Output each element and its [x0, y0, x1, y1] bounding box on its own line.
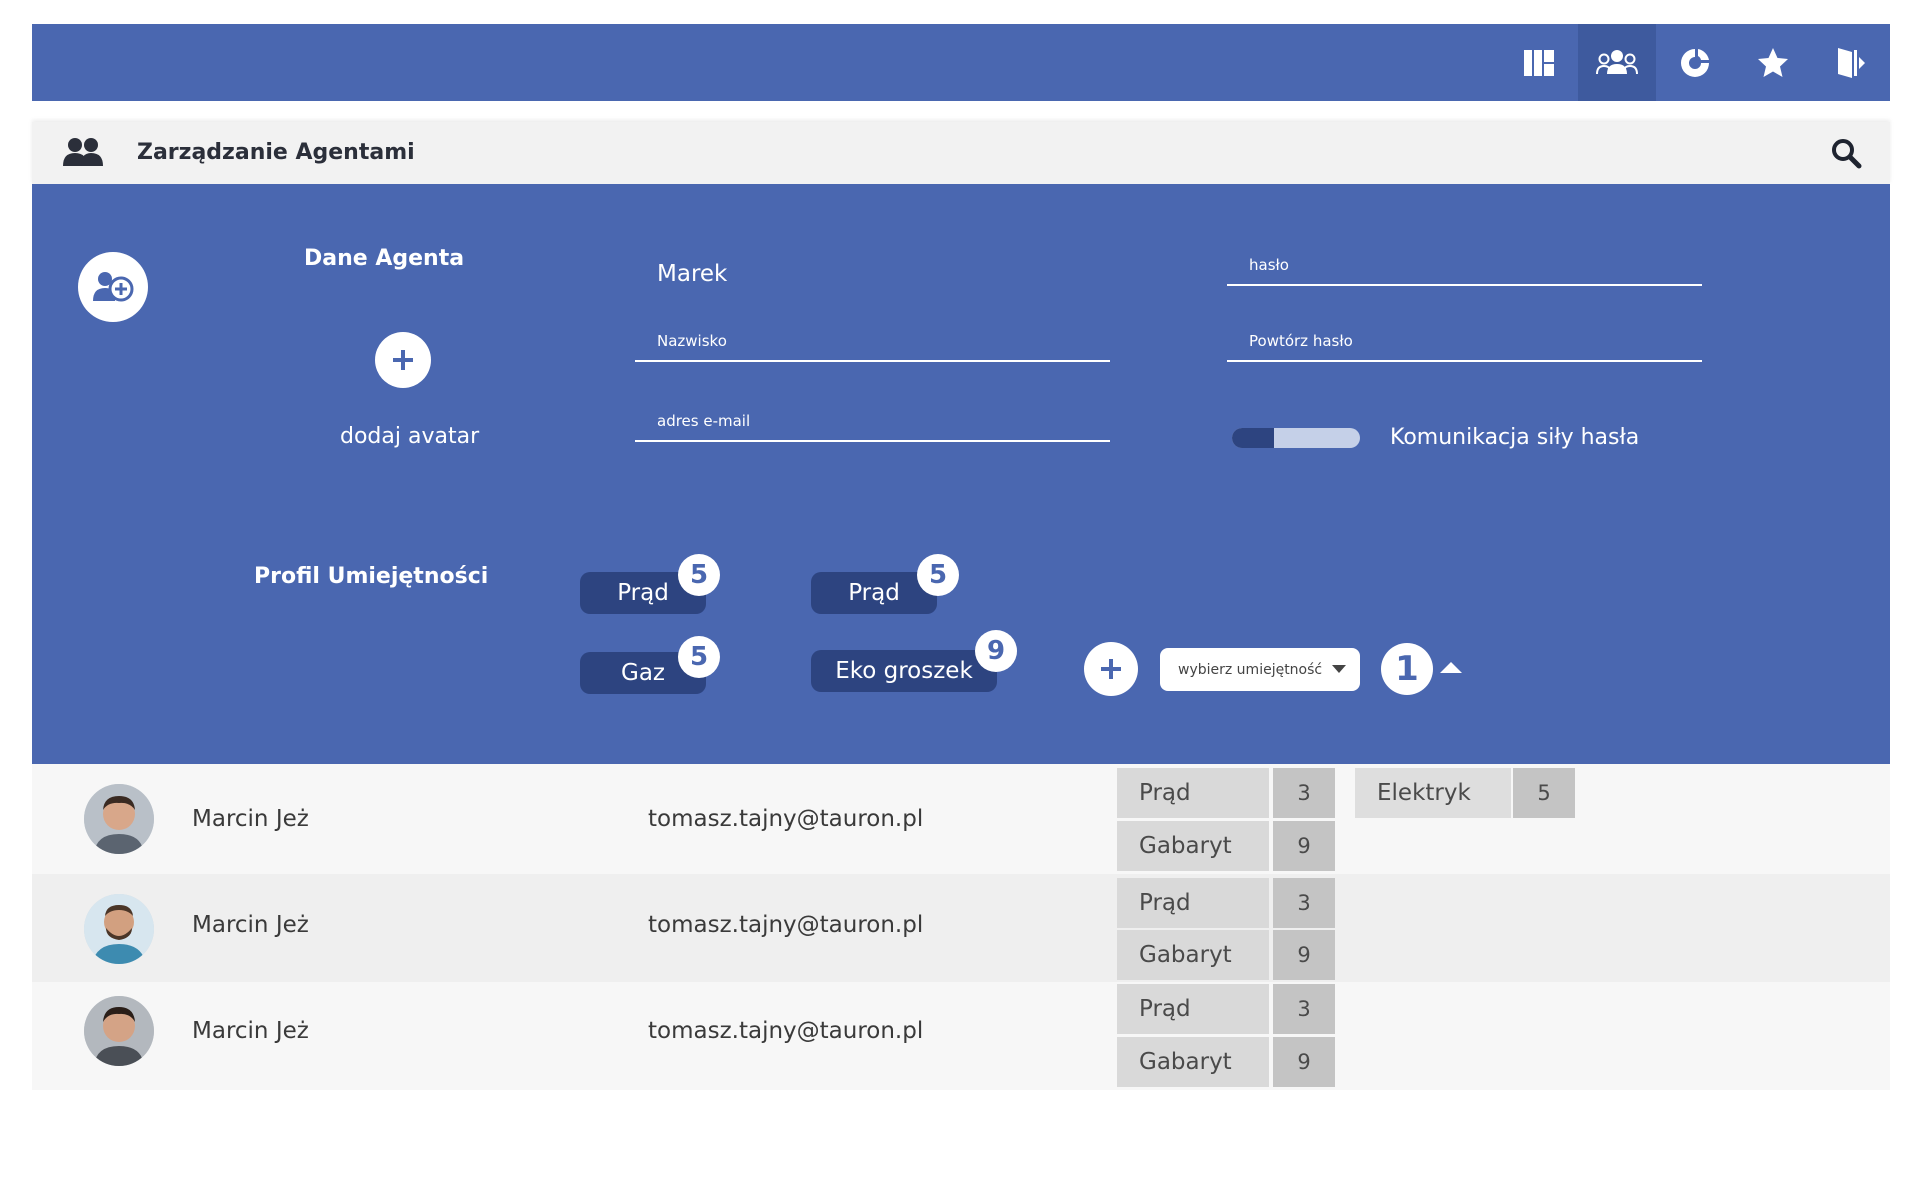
nav-favorites-button[interactable]	[1734, 24, 1812, 101]
password-strength-label: Komunikacja siły hasła	[1390, 425, 1640, 450]
password-input[interactable]	[1227, 246, 1702, 284]
agent-data-heading: Dane Agenta	[304, 246, 465, 271]
last-name-field[interactable]	[635, 322, 1110, 362]
skill-chip[interactable]: Eko groszek	[811, 650, 997, 692]
nav-icons	[1500, 24, 1890, 101]
skill-value-cell: 3	[1273, 768, 1335, 818]
avatar	[84, 784, 154, 854]
agent-email: tomasz.tajny@tauron.pl	[648, 912, 924, 938]
skill-level-badge: 5	[678, 554, 720, 596]
skill-label-cell: Gabaryt	[1117, 930, 1269, 980]
skill-value-cell: 3	[1273, 984, 1335, 1034]
table-row[interactable]: Marcin Jeż tomasz.tajny@tauron.pl Prąd 3…	[32, 982, 1890, 1090]
table-row[interactable]: Marcin Jeż tomasz.tajny@tauron.pl Prąd 3…	[32, 764, 1890, 874]
add-avatar-button[interactable]	[375, 332, 431, 388]
agent-email: tomasz.tajny@tauron.pl	[648, 1018, 924, 1044]
nav-agents-button[interactable]	[1578, 24, 1656, 101]
add-skill-button[interactable]	[1084, 642, 1138, 696]
logout-icon	[1838, 47, 1865, 78]
avatar	[84, 996, 154, 1066]
password-strength-fill	[1232, 428, 1275, 448]
skill-chip-label: Prąd	[617, 580, 669, 606]
agent-email: tomasz.tajny@tauron.pl	[648, 806, 924, 832]
chevron-up-icon[interactable]	[1440, 662, 1462, 673]
skill-value-cell: 9	[1273, 821, 1335, 871]
agent-name: Marcin Jeż	[192, 806, 309, 832]
star-icon	[1758, 47, 1788, 77]
skill-value-cell: 9	[1273, 930, 1335, 980]
skill-count-badge: 1	[1381, 643, 1433, 695]
add-user-icon	[93, 272, 134, 302]
avatar-person-icon	[84, 784, 154, 854]
agent-form-panel: Dane Agenta dodaj avatar Komunikacja sił…	[32, 184, 1890, 764]
email-input[interactable]	[635, 402, 1110, 440]
agents-group-icon	[63, 138, 103, 166]
skill-label-cell: Prąd	[1117, 984, 1269, 1034]
skill-label-cell: Elektryk	[1355, 768, 1511, 818]
first-name-field[interactable]	[635, 254, 1110, 294]
agents-icon	[1596, 49, 1638, 74]
chart-icon	[1681, 48, 1709, 77]
password-strength-bar	[1232, 428, 1360, 448]
skill-label-cell: Gabaryt	[1117, 821, 1269, 871]
skill-level-badge: 5	[917, 554, 959, 596]
panel-header: Zarządzanie Agentami	[32, 122, 1890, 184]
skill-level-badge: 9	[975, 630, 1017, 672]
dashboard-icon	[1524, 49, 1554, 76]
last-name-input[interactable]	[635, 322, 1110, 360]
skill-select[interactable]: wybierz umiejętność	[1160, 648, 1360, 691]
agent-name: Marcin Jeż	[192, 912, 309, 938]
agent-name: Marcin Jeż	[192, 1018, 309, 1044]
top-navbar	[32, 24, 1890, 101]
skill-level-badge: 5	[678, 636, 720, 678]
skill-label-cell: Prąd	[1117, 878, 1269, 928]
skill-chip-label: Gaz	[621, 660, 665, 686]
agents-list: Marcin Jeż tomasz.tajny@tauron.pl Prąd 3…	[32, 764, 1890, 1090]
password-repeat-input[interactable]	[1227, 322, 1702, 360]
skill-value-cell: 3	[1273, 878, 1335, 928]
search-icon[interactable]	[1830, 137, 1862, 169]
add-avatar-label: dodaj avatar	[340, 424, 480, 449]
email-field[interactable]	[635, 402, 1110, 442]
skills-heading: Profil Umiejętności	[254, 564, 489, 589]
password-field[interactable]	[1227, 246, 1702, 286]
plus-icon	[393, 350, 413, 370]
table-row[interactable]: Marcin Jeż tomasz.tajny@tauron.pl Prąd 3…	[32, 874, 1890, 982]
nav-dashboard-button[interactable]	[1500, 24, 1578, 101]
avatar-person-icon	[84, 894, 154, 964]
avatar	[84, 894, 154, 964]
nav-logout-button[interactable]	[1812, 24, 1890, 101]
plus-icon	[1101, 659, 1121, 679]
skill-label-cell: Gabaryt	[1117, 1037, 1269, 1087]
add-user-button[interactable]	[78, 252, 148, 322]
skill-value-cell: 5	[1513, 768, 1575, 818]
skill-value-cell: 9	[1273, 1037, 1335, 1087]
skill-label-cell: Prąd	[1117, 768, 1269, 818]
avatar-person-icon	[84, 996, 154, 1066]
nav-chart-button[interactable]	[1656, 24, 1734, 101]
chevron-down-icon	[1332, 665, 1346, 673]
password-repeat-field[interactable]	[1227, 322, 1702, 362]
page-title: Zarządzanie Agentami	[137, 140, 415, 165]
skill-chip-label: Prąd	[848, 580, 900, 606]
skill-select-value: wybierz umiejętność	[1178, 661, 1323, 678]
first-name-input[interactable]	[635, 254, 1110, 294]
skill-chip-label: Eko groszek	[835, 658, 973, 684]
